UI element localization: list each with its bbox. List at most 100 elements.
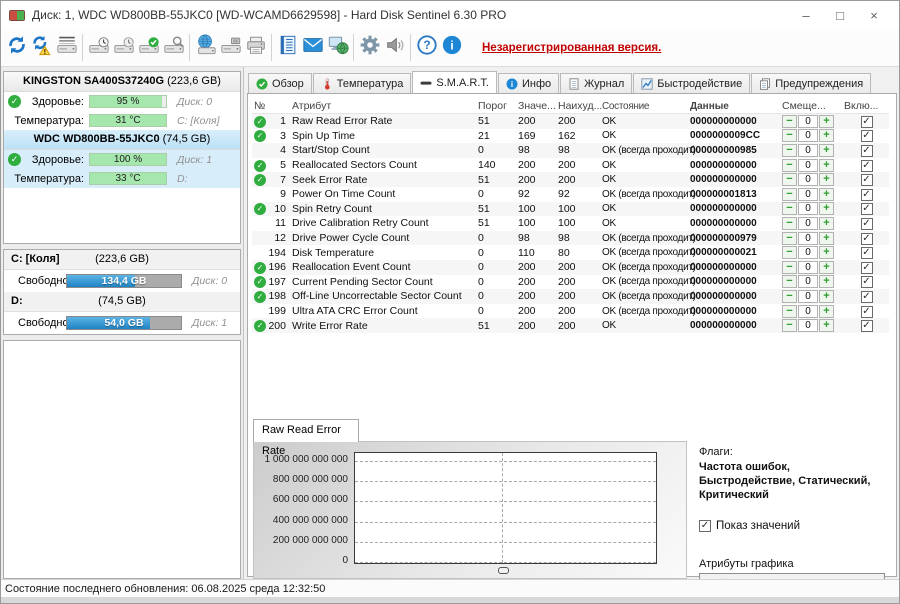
enabled-checkbox[interactable]: ✓ xyxy=(861,276,873,288)
smart-attribute-row[interactable]: ✓198Off-Line Uncorrectable Sector Count0… xyxy=(252,289,889,304)
enabled-checkbox[interactable]: ✓ xyxy=(861,145,873,157)
plus-button[interactable]: + xyxy=(819,319,834,332)
smart-attribute-row[interactable]: ✓196Reallocation Event Count0200200OK (в… xyxy=(252,260,889,275)
chart-slider-handle[interactable] xyxy=(498,567,509,574)
disk-report-button[interactable] xyxy=(54,33,79,63)
plus-button[interactable]: + xyxy=(819,144,834,157)
column-header[interactable]: Атрибут xyxy=(292,100,478,112)
enabled-checkbox[interactable]: ✓ xyxy=(861,218,873,230)
tab-temperature[interactable]: Температура xyxy=(313,73,412,93)
refresh-warning-button[interactable] xyxy=(29,33,54,63)
smart-attribute-row[interactable]: ✓5Reallocated Sectors Count140200200OK00… xyxy=(252,158,889,173)
column-header[interactable]: Наихуд... xyxy=(558,100,602,112)
tab-warnings[interactable]: Предупреждения xyxy=(751,73,871,93)
enabled-checkbox[interactable]: ✓ xyxy=(861,130,873,142)
disk-entry[interactable]: KINGSTON SA400S37240G (223,6 GB)✓Здоровь… xyxy=(4,72,240,130)
plus-button[interactable]: + xyxy=(819,202,834,215)
minus-button[interactable]: − xyxy=(782,275,797,288)
disk-tools-button[interactable] xyxy=(218,33,243,63)
refresh-button[interactable] xyxy=(4,33,29,63)
disk-schedule-button[interactable] xyxy=(111,33,136,63)
minus-button[interactable]: − xyxy=(782,290,797,303)
enabled-checkbox[interactable]: ✓ xyxy=(861,247,873,259)
minus-button[interactable]: − xyxy=(782,305,797,318)
disk-check-button[interactable] xyxy=(136,33,161,63)
enabled-checkbox[interactable]: ✓ xyxy=(861,306,873,318)
info-button[interactable]: i xyxy=(439,33,464,63)
plus-button[interactable]: + xyxy=(819,261,834,274)
tab-overview[interactable]: Обзор xyxy=(248,73,312,93)
disk-search-button[interactable] xyxy=(161,33,186,63)
smart-attribute-row[interactable]: 199Ultra ATA CRC Error Count0200200OK (в… xyxy=(252,304,889,319)
minus-button[interactable]: − xyxy=(782,217,797,230)
printer-button[interactable] xyxy=(243,33,268,63)
smart-attribute-row[interactable]: ✓197Current Pending Sector Count0200200O… xyxy=(252,275,889,290)
plus-button[interactable]: + xyxy=(819,217,834,230)
plus-button[interactable]: + xyxy=(819,232,834,245)
minus-button[interactable]: − xyxy=(782,144,797,157)
plus-button[interactable]: + xyxy=(819,188,834,201)
minus-button[interactable]: − xyxy=(782,188,797,201)
enabled-checkbox[interactable]: ✓ xyxy=(861,233,873,245)
smart-attribute-row[interactable]: ✓200Write Error Rate51200200OK0000000000… xyxy=(252,318,889,333)
close-button[interactable]: × xyxy=(857,8,891,23)
settings-gear-button[interactable] xyxy=(357,33,382,63)
email-button[interactable] xyxy=(300,33,325,63)
column-header[interactable]: Вклю... xyxy=(844,100,889,112)
smart-attribute-row[interactable]: ✓3Spin Up Time21169162OK0000000009CC−0+✓ xyxy=(252,129,889,144)
log-button[interactable] xyxy=(275,33,300,63)
enabled-checkbox[interactable]: ✓ xyxy=(861,203,873,215)
smart-attribute-row[interactable]: ✓1Raw Read Error Rate51200200OK000000000… xyxy=(252,114,889,129)
minus-button[interactable]: − xyxy=(782,246,797,259)
column-header[interactable]: № xyxy=(252,100,292,112)
plus-button[interactable]: + xyxy=(819,115,834,128)
disk-clock-button[interactable] xyxy=(86,33,111,63)
column-header[interactable]: Значе... xyxy=(518,100,558,112)
chart-attribute-tab[interactable]: Raw Read Error Rate xyxy=(253,419,359,442)
maximize-button[interactable]: □ xyxy=(823,8,857,23)
plus-button[interactable]: + xyxy=(819,129,834,142)
enabled-checkbox[interactable]: ✓ xyxy=(861,189,873,201)
enabled-checkbox[interactable]: ✓ xyxy=(861,320,873,332)
plus-button[interactable]: + xyxy=(819,159,834,172)
plus-button[interactable]: + xyxy=(819,275,834,288)
enabled-checkbox[interactable]: ✓ xyxy=(861,160,873,172)
enabled-checkbox[interactable]: ✓ xyxy=(861,174,873,186)
minimize-button[interactable]: – xyxy=(789,8,823,23)
speaker-button[interactable] xyxy=(382,33,407,63)
help-button[interactable]: ? xyxy=(414,33,439,63)
disk-entry[interactable]: WDC WD800BB-55JKC0 (74,5 GB)✓Здоровье:10… xyxy=(4,130,240,188)
minus-button[interactable]: − xyxy=(782,159,797,172)
tab-info[interactable]: iИнфо xyxy=(498,73,559,93)
minus-button[interactable]: − xyxy=(782,232,797,245)
column-header[interactable]: Данные xyxy=(690,101,782,112)
minus-button[interactable]: − xyxy=(782,115,797,128)
enabled-checkbox[interactable]: ✓ xyxy=(861,262,873,274)
show-values-checkbox[interactable]: ✓ xyxy=(699,520,711,532)
minus-button[interactable]: − xyxy=(782,261,797,274)
partition-entry[interactable]: (223,6 GB)C: [Коля]Свободно134,4 GBДиск:… xyxy=(4,250,240,292)
tab-performance[interactable]: Быстродействие xyxy=(633,73,750,93)
partition-entry[interactable]: (74,5 GB)D:Свободно54,0 GBДиск: 1 xyxy=(4,292,240,334)
column-header[interactable]: Состояние xyxy=(602,101,690,112)
plus-button[interactable]: + xyxy=(819,305,834,318)
smart-attribute-row[interactable]: ✓7Seek Error Rate51200200OK000000000000−… xyxy=(252,172,889,187)
unregistered-version-link[interactable]: Незарегистрированная версия. xyxy=(482,42,661,54)
smart-attribute-row[interactable]: 12Drive Power Cycle Count09898OK (всегда… xyxy=(252,231,889,246)
tab-journal[interactable]: Журнал xyxy=(560,73,632,93)
plus-button[interactable]: + xyxy=(819,173,834,186)
network-monitor-button[interactable] xyxy=(325,33,350,63)
minus-button[interactable]: − xyxy=(782,319,797,332)
tab-smart[interactable]: S.M.A.R.T. xyxy=(412,71,497,93)
smart-attribute-row[interactable]: 194Disk Temperature011080OK (всегда прох… xyxy=(252,245,889,260)
enabled-checkbox[interactable]: ✓ xyxy=(861,116,873,128)
plus-button[interactable]: + xyxy=(819,246,834,259)
smart-attribute-row[interactable]: 9Power On Time Count09292OK (всегда прох… xyxy=(252,187,889,202)
disk-network-button[interactable] xyxy=(193,33,218,63)
smart-attribute-row[interactable]: 4Start/Stop Count09898OK (всегда проходи… xyxy=(252,143,889,158)
column-header[interactable]: Порог xyxy=(478,100,518,112)
enabled-checkbox[interactable]: ✓ xyxy=(861,291,873,303)
smart-attribute-row[interactable]: ✓10Spin Retry Count51100100OK00000000000… xyxy=(252,202,889,217)
column-header[interactable]: Смеще... xyxy=(782,100,844,112)
minus-button[interactable]: − xyxy=(782,202,797,215)
